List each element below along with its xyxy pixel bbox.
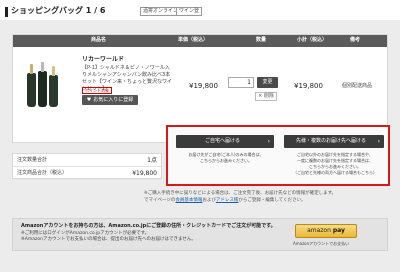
item-subtotal: ¥19,800: [294, 82, 323, 90]
note-line: ※Amazonアカウントでお支払いの場合は、提出のお届け先へのお届けはできません…: [21, 237, 196, 242]
notice-text: でマイページの: [144, 198, 176, 203]
notice-line-1: ※ご購入手続き中に誤りなどによる場合は、ご注文完了後、お届け先などの情報が確定し…: [144, 191, 337, 196]
column-product: 商品名: [91, 37, 107, 43]
point-badge: ポイント対象: [82, 87, 112, 94]
favorite-label: お気に入りに登録: [93, 97, 134, 103]
delivery-options-panel: ご自宅へ届ける › 先様・複数のお届け先へ届ける › お届け先がご自宅(ご本人)…: [166, 125, 390, 186]
column-quantity: 数量: [256, 37, 267, 43]
item-note: 個別配送商品: [342, 83, 373, 89]
note-line: （ご自宅と先様の両方へ届ける場合もこちら）: [293, 170, 377, 175]
amazon-pay-notes: ※ご利用にはログインがAmazon.co.jpアカウントが必要です。 ※Amaz…: [21, 231, 196, 243]
change-quantity-button[interactable]: 変更: [257, 77, 278, 88]
summary-row: 注文数量合計 1点: [13, 154, 161, 167]
notice-text: からご登録・編集してください。: [238, 198, 306, 203]
category-tag: ワイン登: [176, 7, 203, 16]
column-unit-price: 単価（税込）: [178, 37, 209, 43]
column-note: 備考: [350, 37, 361, 43]
summary-row: 注文商品合計（税込） ¥19,800: [13, 167, 161, 180]
amazon-pay-button[interactable]: amazon pay: [295, 224, 357, 238]
amazon-pay-heading: Amazonアカウントをお持ちの方は、Amazon.co.jpにご登録の住所・ク…: [21, 223, 276, 229]
product-image[interactable]: [27, 57, 59, 107]
chevron-right-icon: ›: [377, 138, 380, 145]
address-book-link[interactable]: アドレス帳: [216, 198, 239, 203]
title-accent-bar: [5, 7, 8, 17]
address-notice: ※ご購入手続き中に誤りなどによる場合は、ご注文完了後、お届け先などの情報が確定し…: [144, 190, 336, 204]
unit-price: ¥19,800: [189, 82, 218, 90]
deliver-to-home-button[interactable]: ご自宅へ届ける ›: [176, 135, 274, 148]
wine-bottle: [38, 62, 47, 107]
member-info-link[interactable]: 会員基本情報: [175, 198, 202, 203]
total-quantity-value: 1点: [147, 157, 157, 164]
quantity-input[interactable]: [228, 77, 254, 88]
wine-bottle: [49, 66, 58, 107]
deliver-to-home-label: ご自宅へ届ける: [205, 138, 241, 144]
deliver-to-multiple-button[interactable]: 先様・複数のお届け先へ届ける ›: [284, 135, 384, 148]
wine-bottle: [27, 64, 36, 107]
amazon-pay-caption: Amazonアカウントでお支払い: [293, 241, 350, 246]
product-shop-name: リカーワールド: [82, 56, 125, 63]
amazon-logo-icon: amazon: [307, 227, 331, 234]
delete-item-button[interactable]: × 削除: [255, 92, 277, 101]
page-title: ショッピングバッグ 1 / 6: [11, 6, 106, 15]
notice-line-2: でマイページの会員基本情報およびアドレス帳からご登録・編集してください。: [144, 197, 336, 204]
total-price-value: ¥19,800: [132, 170, 157, 177]
add-to-favorites-button[interactable]: ♥ お気に入りに登録: [82, 95, 138, 105]
column-subtotal: 小計（税込）: [297, 37, 328, 43]
cart-table-header: 商品名 単価（税込） 数量 小計（税込） 備考: [13, 35, 387, 47]
notice-text: および: [202, 198, 216, 203]
home-delivery-note: お届け先がご自宅(ご本人)のみの場合は、 こちらからお進みください。: [178, 152, 274, 164]
amazon-pay-label: pay: [332, 227, 345, 234]
total-quantity-label: 注文数量合計: [17, 157, 48, 163]
multi-delivery-note: ご自宅以外のお届け先を指定する場合や、 一度に複数のお届け先を指定する場合は、 …: [286, 152, 384, 176]
amazon-pay-section: Amazonアカウントをお持ちの方は、Amazon.co.jpにご登録の住所・ク…: [12, 218, 388, 251]
heart-icon: ♥: [86, 97, 92, 103]
page-header: ショッピングバッグ 1 / 6 酒寄オンライン ワイン登: [0, 0, 400, 20]
shopping-bag-page: ショッピングバッグ 1 / 6 酒寄オンライン ワイン登 商品名 単価（税込） …: [0, 0, 400, 272]
note-line: こちらからお進みください。: [200, 158, 252, 163]
deliver-to-multiple-label: 先様・複数のお届け先へ届ける: [296, 138, 367, 144]
shop-tag: 酒寄オンライン: [140, 7, 182, 16]
chevron-right-icon: ›: [267, 138, 270, 145]
total-price-label: 注文商品合計（税込）: [17, 170, 68, 176]
order-summary: 注文数量合計 1点 注文商品合計（税込） ¥19,800: [12, 153, 162, 179]
